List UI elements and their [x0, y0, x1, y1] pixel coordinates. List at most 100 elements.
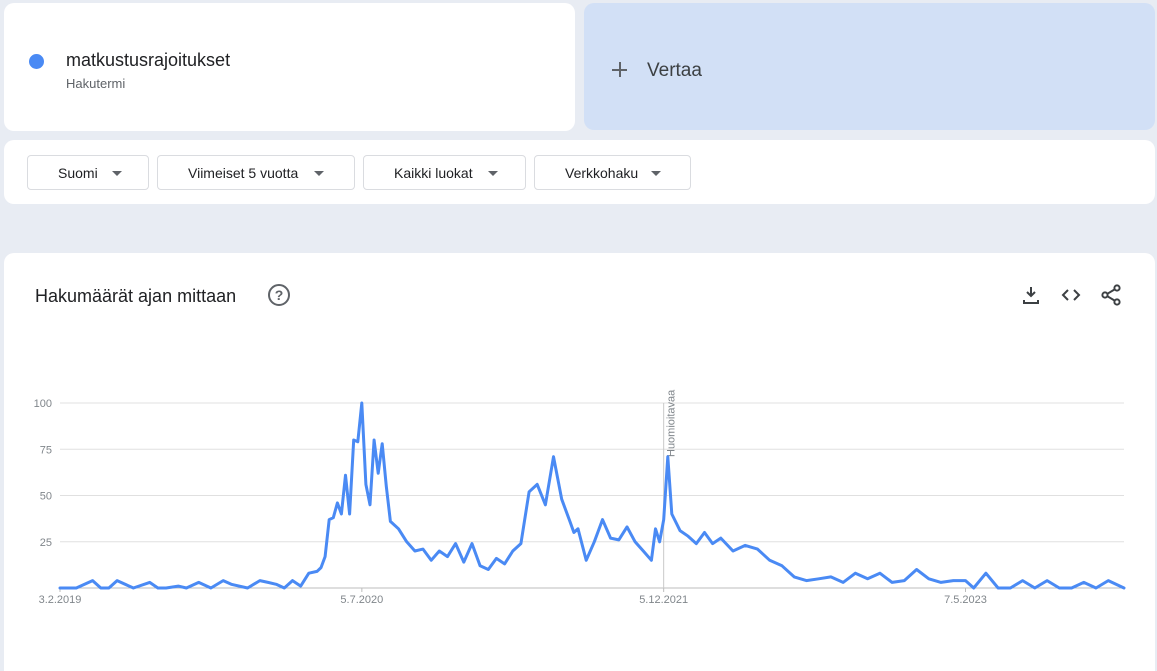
- data-point: [965, 580, 966, 582]
- data-point: [573, 532, 575, 533]
- data-point: [349, 513, 351, 515]
- data-point: [667, 456, 669, 458]
- data-point: [577, 528, 579, 530]
- data-point: [916, 569, 918, 570]
- data-point: [487, 569, 489, 570]
- data-point: [177, 585, 179, 587]
- data-point: [891, 581, 893, 583]
- search-term-card[interactable]: matkustusrajoitukset Hakutermi: [4, 3, 575, 131]
- interest-over-time-card: Hakumäärät ajan mittaan ? 100 75 50 25 3.2.2…: [4, 253, 1155, 671]
- data-point: [536, 483, 538, 485]
- data-point: [377, 472, 379, 474]
- compare-button[interactable]: Vertaa: [584, 3, 1155, 130]
- data-point: [504, 563, 506, 565]
- data-point: [997, 587, 999, 589]
- dropdown-caret-icon: [488, 171, 498, 176]
- filter-search-type-label: Verkkohaku: [565, 165, 639, 181]
- data-point: [292, 580, 293, 582]
- data-point: [618, 539, 620, 541]
- data-point: [695, 543, 697, 545]
- search-term-name[interactable]: matkustusrajoitukset: [66, 50, 230, 71]
- data-point: [663, 519, 665, 521]
- dropdown-caret-icon: [314, 171, 324, 176]
- data-point: [732, 550, 734, 552]
- data-point: [610, 537, 612, 539]
- data-point: [308, 572, 310, 574]
- filter-category[interactable]: Kaikki luokat: [363, 155, 526, 190]
- data-point: [805, 580, 807, 582]
- data-point: [275, 583, 277, 585]
- data-point: [720, 537, 722, 539]
- data-point: [471, 543, 473, 545]
- data-point: [854, 572, 856, 574]
- dropdown-caret-icon: [651, 171, 661, 176]
- x-tick-label: 3.2.2019: [39, 594, 82, 606]
- data-point: [463, 561, 465, 563]
- data-point: [781, 565, 783, 567]
- data-point: [340, 513, 342, 515]
- data-point: [569, 520, 571, 522]
- search-term-type: Hakutermi: [66, 76, 126, 91]
- data-point: [1083, 581, 1085, 583]
- plus-icon: [611, 55, 629, 85]
- data-point: [593, 541, 595, 543]
- data-point: [1107, 580, 1109, 582]
- data-point: [328, 519, 330, 521]
- data-point: [769, 559, 771, 561]
- data-point: [267, 581, 269, 583]
- filter-search-type[interactable]: Verkkohaku: [534, 155, 691, 190]
- data-point: [544, 504, 546, 506]
- data-point: [100, 587, 102, 589]
- data-point: [704, 532, 705, 533]
- data-point: [793, 576, 795, 578]
- data-point: [479, 565, 481, 567]
- data-point: [283, 587, 285, 589]
- data-point: [430, 559, 432, 561]
- data-point: [940, 581, 942, 583]
- data-point: [1123, 587, 1125, 589]
- data-point: [928, 578, 930, 580]
- filter-region[interactable]: Suomi: [27, 155, 149, 190]
- data-point: [398, 528, 399, 530]
- data-point: [357, 441, 359, 443]
- data-point: [528, 491, 530, 493]
- y-tick-label: 100: [34, 398, 52, 410]
- data-point: [320, 567, 322, 569]
- data-point: [671, 513, 673, 515]
- filter-time-range[interactable]: Viimeiset 5 vuotta: [157, 155, 355, 190]
- data-point: [353, 439, 355, 441]
- series-color-dot: [29, 54, 44, 69]
- filter-time-range-label: Viimeiset 5 vuotta: [188, 165, 299, 181]
- data-point: [867, 578, 869, 580]
- data-point: [1095, 587, 1097, 589]
- data-point: [1071, 587, 1073, 589]
- data-point: [230, 583, 232, 585]
- y-tick-label: 25: [40, 537, 52, 549]
- filter-category-label: Kaikki luokat: [394, 165, 473, 181]
- data-point: [259, 580, 261, 582]
- data-point: [561, 498, 563, 500]
- data-point: [626, 526, 628, 528]
- data-point: [185, 587, 187, 589]
- data-point: [1034, 587, 1036, 589]
- data-point: [447, 556, 448, 558]
- data-point: [438, 550, 440, 552]
- data-point: [553, 456, 554, 458]
- data-point: [455, 543, 457, 545]
- data-point: [332, 517, 334, 519]
- data-point: [157, 587, 159, 589]
- x-tick-label: 5.12.2021: [639, 594, 688, 606]
- y-tick-label: 75: [40, 444, 52, 456]
- data-point: [149, 581, 151, 583]
- annotation-label: Huomioitavaa: [666, 389, 678, 457]
- data-point: [985, 572, 987, 574]
- data-point: [75, 587, 77, 589]
- data-point: [222, 580, 224, 582]
- data-point: [385, 485, 387, 487]
- data-point: [345, 474, 346, 476]
- data-point: [381, 443, 383, 445]
- data-point: [679, 530, 681, 532]
- data-point: [1046, 580, 1048, 582]
- data-point: [818, 578, 820, 580]
- data-point: [650, 559, 652, 561]
